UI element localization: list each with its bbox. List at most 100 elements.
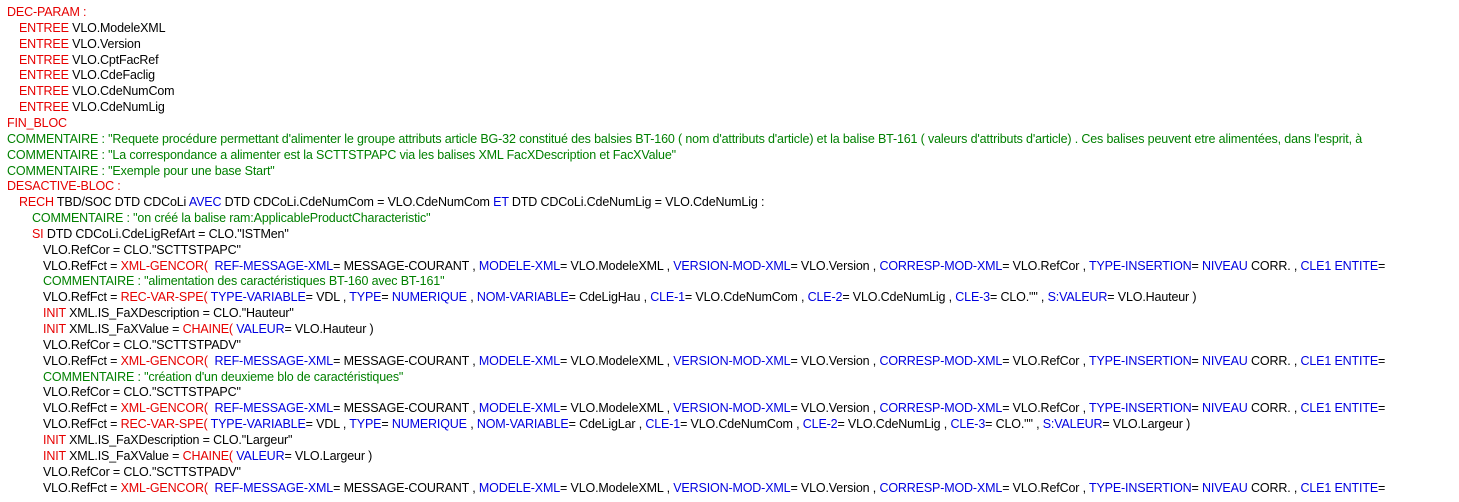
code-token-blue: CORRESP-MOD-XML [879,258,1003,273]
code-token-black: = [1191,480,1203,495]
code-token-black: DTD CDCoLi.CdeLigRefArt = CLO."ISTMen" [43,226,289,241]
code-token-red: ENTREE [19,36,69,51]
code-token-black [208,401,215,415]
code-line: ENTREE VLO.CptFacRef [19,52,159,68]
code-token-green: COMMENTAIRE : "création d'un deuxieme bl… [43,369,404,384]
code-token-black: = VLO.CdeNumCom , [680,417,803,432]
code-token-green: COMMENTAIRE : "Requete procédure permett… [7,131,1363,146]
code-token-blue: CLE-1 [645,417,681,432]
code-line: VLO.RefCor = CLO."SCTTSTPADV" [43,464,241,480]
code-token-blue: TYPE-INSERTION [1089,480,1192,495]
code-token-black: = CLO."" , [989,290,1048,305]
code-token-black: = VLO.RefCor , [1002,258,1089,273]
code-token-blue: CLE-2 [807,290,843,305]
code-line: SI DTD CDCoLi.CdeLigRefArt = CLO."ISTMen… [32,226,289,242]
code-token-black: VLO.RefFct = [43,417,121,432]
code-token-red: REC-VAR-SPE( [120,290,208,305]
code-token-black: = VLO.CdeNumLig , [842,290,956,305]
code-token-black: = [1378,258,1386,273]
code-token-black: VLO.RefFct = [43,401,121,416]
code-token-black: VLO.RefCor = CLO."SCTTSTPAPC" [43,242,241,257]
code-line: INIT XML.IS_FaXValue = CHAINE( VALEUR= V… [43,321,374,337]
code-token-red: REC-VAR-SPE( [120,417,208,432]
code-token-red: : [79,5,87,19]
code-editor[interactable]: DEC-PARAM : ENTREE VLO.ModeleXML ENTREE VL… [0,0,1459,502]
code-token-black: , [466,417,477,432]
code-token-black: VLO.CdeNumLig [68,100,165,115]
code-token-black: = [1191,258,1203,273]
code-token-red: INIT [43,322,66,336]
code-line: VLO.RefFct = XML-GENCOR( REF-MESSAGE-XML… [43,400,1385,416]
code-token-black: VLO.CdeFaclig [68,68,155,83]
code-token-red: ENTREE [19,52,69,67]
code-token-blue: CLE1 ENTITE [1300,401,1379,416]
code-line: COMMENTAIRE : "Exemple pour une base Sta… [7,163,275,179]
code-token-black: VLO.RefFct = [43,353,121,368]
code-token-blue: CLE-3 [955,290,990,305]
code-token-black: = [381,417,392,432]
code-token-black [208,259,215,273]
code-token-red: ENTREE [19,68,69,83]
code-token-black: = VLO.Version , [790,258,880,273]
code-token-red: INIT [43,432,66,447]
code-token-red: ENTREE [19,100,69,115]
code-token-blue: CORRESP-MOD-XML [879,480,1003,495]
code-token-black: XML.IS_FaXDescription = CLO."Hauteur" [65,306,294,321]
code-token-blue: MODELE-XML [478,258,561,273]
code-token-black: TBD/SOC DTD CDCoLi [53,195,189,210]
code-token-red: XML-GENCOR( [120,401,208,416]
code-token-green: COMMENTAIRE : "on créé la balise ram:App… [32,211,431,226]
code-token-blue: CLE-1 [650,290,685,305]
code-token-blue: NUMERIQUE [391,417,467,432]
code-token-black: VLO.RefFct = [43,480,121,495]
code-token-blue: VALEUR [236,448,285,463]
code-token-red: INIT [43,306,66,321]
code-token-red: DEC-PARAM [7,5,80,19]
code-token-red: : [113,179,121,194]
code-token-black: CORR. , [1247,353,1301,368]
code-token-black: = [1191,353,1203,368]
code-token-blue: VALEUR [236,322,285,336]
code-token-blue: TYPE-INSERTION [1089,401,1192,416]
code-token-red: DESACTIVE-BLOC [7,179,114,194]
code-token-black: = VLO.Largeur ) [1102,417,1191,432]
code-line: ENTREE VLO.ModeleXML [19,20,166,36]
code-line: COMMENTAIRE : "La correspondance a alime… [7,147,676,163]
code-token-red: CHAINE( [182,322,233,336]
code-token-black: VLO.Version [68,36,141,51]
code-line: COMMENTAIRE : "création d'un deuxieme bl… [43,369,403,385]
code-token-black: = VLO.Version , [790,480,880,495]
code-token-black: VLO.CdeNumCom [68,84,175,99]
code-token-blue: CORRESP-MOD-XML [879,401,1003,416]
code-token-blue: REF-MESSAGE-XML [214,401,334,416]
code-token-blue: S:VALEUR [1042,417,1103,432]
code-token-blue: NIVEAU [1202,258,1248,273]
code-token-black: = VLO.RefCor , [1002,353,1089,368]
code-line: VLO.RefFct = XML-GENCOR( REF-MESSAGE-XML… [43,258,1385,274]
code-token-red: INIT [43,448,66,463]
code-token-blue: CLE-2 [802,417,838,432]
code-line: VLO.RefFct = REC-VAR-SPE( TYPE-VARIABLE=… [43,289,1197,305]
code-line: VLO.RefFct = XML-GENCOR( REF-MESSAGE-XML… [43,353,1385,369]
code-token-black: = VLO.ModeleXML , [560,258,674,273]
code-token-blue: VERSION-MOD-XML [673,401,791,416]
code-token-black: = [381,290,392,305]
code-token-blue: VERSION-MOD-XML [673,353,791,368]
code-line: ENTREE VLO.CdeNumCom [19,83,175,99]
code-token-black: = [1378,401,1386,416]
code-token-black: = CLO."" , [985,417,1043,432]
code-token-black: XML.IS_FaXDescription = CLO."Largeur" [65,432,293,447]
code-token-black: VLO.RefCor = CLO."SCTTSTPADV" [43,337,241,352]
code-token-blue: AVEC [188,195,222,210]
code-token-black: = VLO.ModeleXML , [560,353,674,368]
code-token-red: XML-GENCOR( [120,480,208,495]
code-token-blue: NIVEAU [1202,480,1248,495]
code-line: ENTREE VLO.CdeNumLig [19,99,165,115]
code-token-black: = [1378,480,1386,495]
code-token-blue: TYPE-INSERTION [1089,258,1192,273]
code-token-blue: TYPE-INSERTION [1089,353,1192,368]
code-token-black: VLO.RefCor = CLO."SCTTSTPAPC" [43,385,241,400]
code-token-black: DTD CDCoLi.CdeNumCom = VLO.CdeNumCom [221,195,494,210]
code-line: COMMENTAIRE : "on créé la balise ram:App… [32,210,431,226]
code-token-blue: VERSION-MOD-XML [673,480,791,495]
